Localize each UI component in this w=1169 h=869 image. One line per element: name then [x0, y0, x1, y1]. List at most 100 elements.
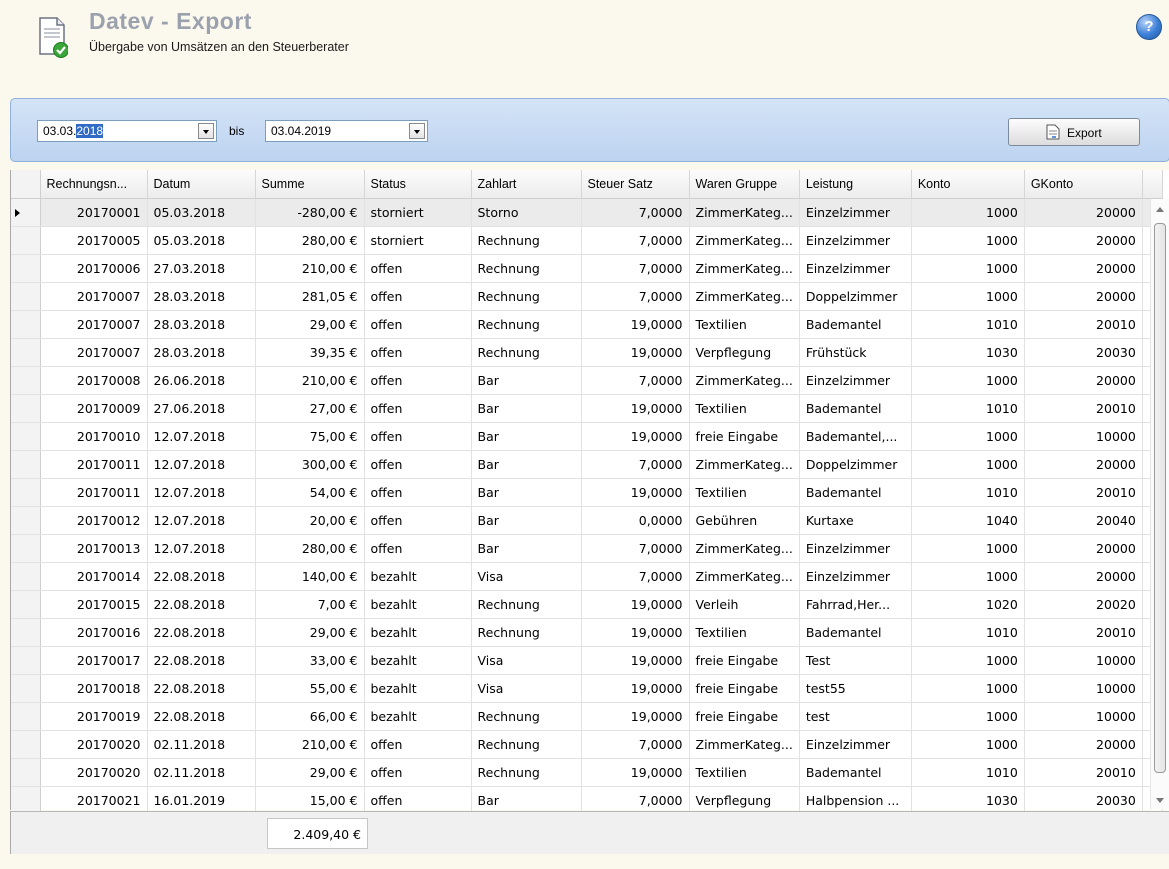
table-cell[interactable]: 20170007 [40, 310, 148, 339]
table-cell[interactable]: 29,00 € [255, 310, 365, 339]
table-cell[interactable]: 12.07.2018 [147, 534, 256, 563]
table-cell[interactable]: 20170007 [40, 338, 148, 367]
table-cell[interactable]: Einzelzimmer [799, 254, 912, 283]
table-row[interactable]: 20170010 12.07.2018 75,00 € offen Bar 19,0000… [11, 422, 1163, 451]
table-cell[interactable]: 20000 [1024, 198, 1143, 227]
row-indicator[interactable] [11, 394, 41, 423]
table-cell[interactable]: 19,0000 [581, 702, 690, 731]
table-cell[interactable]: 1000 [911, 366, 1025, 395]
table-cell[interactable]: bezahlt [364, 646, 472, 675]
table-cell[interactable]: 20170006 [40, 254, 148, 283]
table-cell[interactable]: freie Eingabe [689, 674, 800, 703]
table-cell[interactable]: ZimmerKateg... [689, 282, 800, 311]
table-cell[interactable]: Bar [471, 366, 582, 395]
table-cell[interactable]: 1000 [911, 422, 1025, 451]
table-cell[interactable]: 7,0000 [581, 730, 690, 759]
table-cell[interactable]: 7,0000 [581, 450, 690, 479]
table-cell[interactable]: 1000 [911, 282, 1025, 311]
table-cell[interactable]: 20170016 [40, 618, 148, 647]
table-row[interactable]: 20170001 05.03.2018 -280,00 € storniert Stor… [11, 198, 1163, 227]
table-cell[interactable]: offen [364, 450, 472, 479]
row-indicator[interactable] [11, 282, 41, 311]
table-cell[interactable]: 22.08.2018 [147, 674, 256, 703]
table-cell[interactable]: 28.03.2018 [147, 338, 256, 367]
row-indicator[interactable] [11, 310, 41, 339]
row-indicator[interactable] [11, 422, 41, 451]
table-cell[interactable]: 10000 [1024, 646, 1143, 675]
scroll-up-icon[interactable] [1156, 207, 1164, 212]
table-cell[interactable]: 210,00 € [255, 366, 365, 395]
table-cell[interactable]: -280,00 € [255, 198, 365, 227]
table-cell[interactable]: Bar [471, 394, 582, 423]
table-cell[interactable]: 1020 [911, 590, 1025, 619]
table-cell[interactable]: ZimmerKateg... [689, 254, 800, 283]
table-row[interactable]: 20170007 28.03.2018 281,05 € offen Rechnung 7… [11, 282, 1163, 311]
table-cell[interactable]: 210,00 € [255, 730, 365, 759]
row-indicator[interactable] [11, 338, 41, 367]
table-row[interactable]: 20170019 22.08.2018 66,00 € bezahlt Rechnung… [11, 702, 1163, 731]
table-cell[interactable]: 20170018 [40, 674, 148, 703]
table-cell[interactable]: 1000 [911, 226, 1025, 255]
table-cell[interactable]: ZimmerKateg... [689, 730, 800, 759]
table-row[interactable]: 20170016 22.08.2018 29,00 € bezahlt Rechnung… [11, 618, 1163, 647]
table-cell[interactable]: Rechnung [471, 226, 582, 255]
table-cell[interactable]: Textilien [689, 618, 800, 647]
table-cell[interactable]: Doppelzimmer [799, 282, 912, 311]
table-cell[interactable]: 20000 [1024, 226, 1143, 255]
table-cell[interactable]: 20170011 [40, 450, 148, 479]
row-indicator[interactable] [11, 534, 41, 563]
table-cell[interactable]: 20170007 [40, 282, 148, 311]
table-cell[interactable]: 280,00 € [255, 534, 365, 563]
table-cell[interactable]: 281,05 € [255, 282, 365, 311]
table-cell[interactable]: Gebühren [689, 506, 800, 535]
column-header[interactable]: Konto [911, 170, 1025, 199]
scroll-thumb[interactable] [1154, 223, 1166, 773]
table-cell[interactable]: offen [364, 506, 472, 535]
row-indicator[interactable] [11, 730, 41, 759]
table-cell[interactable]: Textilien [689, 310, 800, 339]
table-cell[interactable]: 22.08.2018 [147, 562, 256, 591]
table-cell[interactable]: Bademantel,... [799, 422, 912, 451]
row-indicator[interactable] [11, 702, 41, 731]
table-cell[interactable]: Doppelzimmer [799, 450, 912, 479]
table-cell[interactable]: 280,00 € [255, 226, 365, 255]
table-cell[interactable]: offen [364, 422, 472, 451]
table-cell[interactable]: Bar [471, 534, 582, 563]
table-cell[interactable]: 7,0000 [581, 562, 690, 591]
table-cell[interactable]: 210,00 € [255, 254, 365, 283]
table-cell[interactable]: 7,0000 [581, 226, 690, 255]
table-cell[interactable]: 05.03.2018 [147, 226, 256, 255]
table-cell[interactable]: 66,00 € [255, 702, 365, 731]
table-cell[interactable]: 1000 [911, 450, 1025, 479]
table-cell[interactable]: 20170009 [40, 394, 148, 423]
table-cell[interactable]: Textilien [689, 478, 800, 507]
column-header[interactable]: Zahlart [471, 170, 582, 199]
table-cell[interactable]: Kurtaxe [799, 506, 912, 535]
table-cell[interactable]: 140,00 € [255, 562, 365, 591]
table-cell[interactable]: 20000 [1024, 450, 1143, 479]
table-cell[interactable]: 1000 [911, 674, 1025, 703]
table-cell[interactable]: Einzelzimmer [799, 226, 912, 255]
table-cell[interactable]: 1000 [911, 534, 1025, 563]
table-cell[interactable]: Rechnung [471, 310, 582, 339]
table-row[interactable]: 20170009 27.06.2018 27,00 € offen Bar 19,0000… [11, 394, 1163, 423]
invoice-grid[interactable]: Rechnungsn... Datum Summe Status Zahlart… [10, 170, 1169, 824]
table-row[interactable]: 20170006 27.03.2018 210,00 € offen Rechnung 7… [11, 254, 1163, 283]
table-cell[interactable]: offen [364, 478, 472, 507]
table-cell[interactable]: 20040 [1024, 506, 1143, 535]
table-cell[interactable]: 1000 [911, 198, 1025, 227]
table-cell[interactable]: 22.08.2018 [147, 618, 256, 647]
table-row[interactable]: 20170017 22.08.2018 33,00 € bezahlt Visa 19,0… [11, 646, 1163, 675]
table-cell[interactable]: 1010 [911, 310, 1025, 339]
table-cell[interactable]: 20170017 [40, 646, 148, 675]
table-cell[interactable]: 19,0000 [581, 618, 690, 647]
help-icon[interactable]: ? [1136, 14, 1162, 40]
table-cell[interactable]: Frühstück [799, 338, 912, 367]
table-cell[interactable]: 20020 [1024, 590, 1143, 619]
table-cell[interactable]: Einzelzimmer [799, 366, 912, 395]
table-cell[interactable]: 20010 [1024, 310, 1143, 339]
row-indicator[interactable] [11, 254, 41, 283]
table-cell[interactable]: 20010 [1024, 758, 1143, 787]
table-cell[interactable]: 02.11.2018 [147, 730, 256, 759]
table-cell[interactable]: 1000 [911, 254, 1025, 283]
